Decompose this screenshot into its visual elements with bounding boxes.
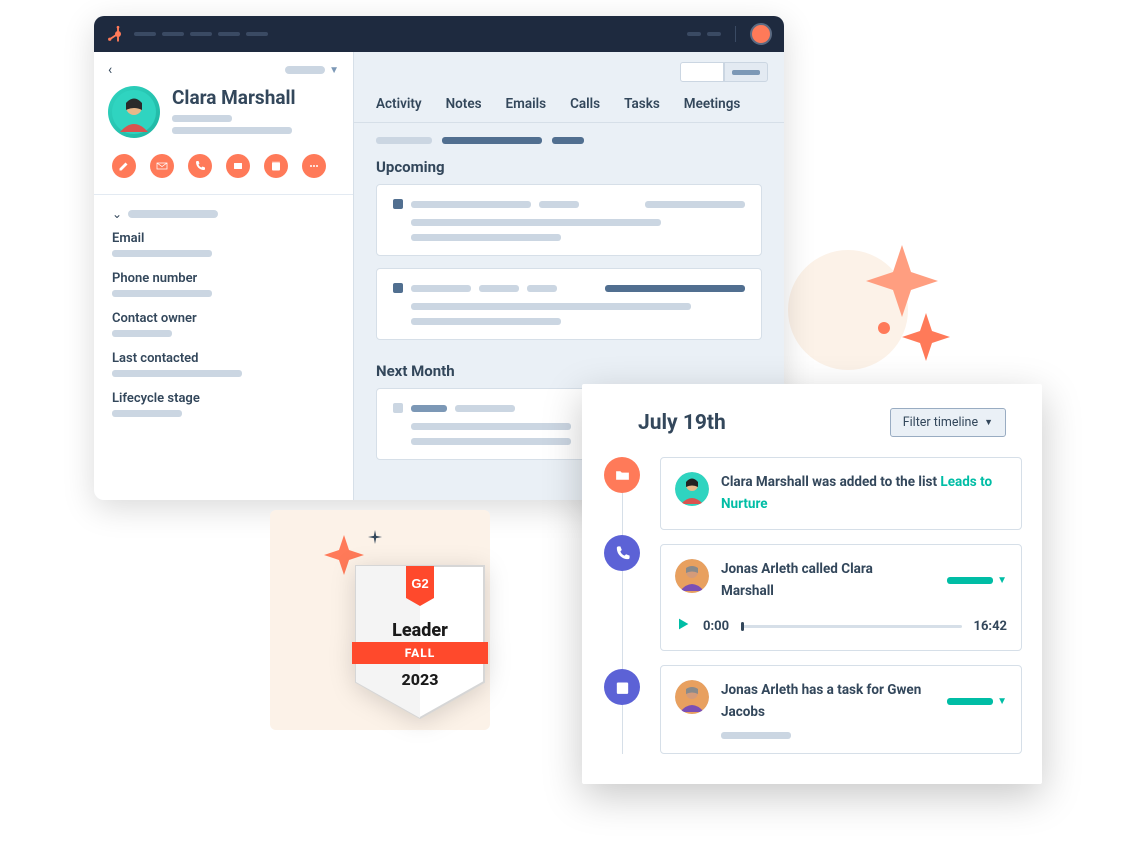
placeholder (376, 137, 432, 144)
play-button[interactable] (675, 616, 691, 636)
chevron-down-icon: ▼ (984, 417, 993, 428)
tab-meetings[interactable]: Meetings (684, 96, 741, 112)
badge-title: Leader (352, 620, 488, 641)
timeline-panel: July 19th Filter timeline ▼ (582, 384, 1042, 784)
decorative-dot (878, 322, 890, 334)
view-toggle-a[interactable] (680, 62, 724, 82)
tab-notes[interactable]: Notes (446, 96, 482, 112)
g2-leader-badge: G2 Leader FALL 2023 (352, 562, 488, 722)
email-icon[interactable] (150, 154, 174, 178)
contact-avatar[interactable] (108, 86, 160, 138)
expand-section[interactable]: ⌄ (112, 207, 335, 221)
field-phone[interactable]: Phone number (112, 271, 335, 297)
placeholder (172, 127, 292, 134)
placeholder (112, 330, 172, 337)
timeline-date: July 19th (638, 411, 726, 435)
tab-bar: Activity Notes Emails Calls Tasks Meetin… (354, 82, 784, 123)
task-icon[interactable] (264, 154, 288, 178)
tab-emails[interactable]: Emails (506, 96, 547, 112)
nav-items-placeholder (687, 32, 721, 36)
placeholder (442, 137, 542, 144)
sparkle-icon (902, 313, 950, 361)
view-toggle-b[interactable] (724, 62, 768, 82)
chevron-down-icon: ▼ (329, 65, 339, 76)
phone-icon (604, 535, 640, 571)
audio-track[interactable] (741, 625, 961, 628)
player-end-time: 16:42 (974, 619, 1008, 634)
player-start-time: 0:00 (703, 619, 729, 634)
chevron-down-icon: ⌄ (112, 207, 122, 221)
log-icon[interactable] (226, 154, 250, 178)
placeholder (128, 210, 218, 218)
field-lifecycle[interactable]: Lifecycle stage (112, 391, 335, 417)
status-dropdown[interactable]: ▼ (947, 559, 1007, 602)
placeholder (172, 115, 232, 122)
status-dropdown[interactable]: ▼ (947, 680, 1007, 723)
top-nav (94, 16, 784, 52)
svg-text:G2: G2 (411, 576, 428, 591)
activity-card[interactable] (376, 268, 762, 340)
placeholder (721, 732, 791, 739)
contact-sidebar: ‹ ▼ Clara Marshall (94, 52, 354, 500)
timeline-entry[interactable]: Jonas Arleth called Clara Marshall ▼ 0:0… (660, 544, 1022, 651)
section-upcoming: Upcoming (354, 148, 784, 184)
timeline-entry[interactable]: Clara Marshall was added to the list Lea… (660, 457, 1022, 530)
tab-calls[interactable]: Calls (570, 96, 600, 112)
filter-timeline-button[interactable]: Filter timeline ▼ (890, 408, 1006, 437)
chevron-down-icon: ▼ (997, 696, 1007, 707)
field-email[interactable]: Email (112, 231, 335, 257)
placeholder (112, 290, 212, 297)
folder-icon (604, 457, 640, 493)
placeholder (112, 410, 182, 417)
badge-year: 2023 (352, 670, 488, 689)
placeholder (112, 370, 242, 377)
tab-tasks[interactable]: Tasks (624, 96, 660, 112)
avatar-icon (675, 559, 709, 593)
section-next-month: Next Month (354, 352, 784, 388)
tab-activity[interactable]: Activity (376, 96, 422, 112)
edit-icon[interactable] (112, 154, 136, 178)
sparkle-icon (866, 245, 938, 317)
avatar-icon (675, 680, 709, 714)
sparkle-icon (368, 530, 382, 544)
calendar-icon (604, 669, 640, 705)
field-last-contacted[interactable]: Last contacted (112, 351, 335, 377)
placeholder (552, 137, 584, 144)
timeline-entry[interactable]: Jonas Arleth has a task for Gwen Jacobs … (660, 665, 1022, 753)
placeholder (112, 250, 212, 257)
more-icon[interactable] (302, 154, 326, 178)
field-owner[interactable]: Contact owner (112, 311, 335, 337)
avatar-icon (675, 472, 709, 506)
badge-season: FALL (352, 646, 488, 660)
back-button[interactable]: ‹ (108, 62, 112, 78)
hubspot-logo-icon (106, 25, 124, 43)
chevron-down-icon: ▼ (997, 575, 1007, 586)
call-icon[interactable] (188, 154, 212, 178)
nav-items-placeholder (134, 32, 268, 36)
activity-card[interactable] (376, 184, 762, 256)
actions-dropdown[interactable]: ▼ (285, 65, 339, 76)
contact-name: Clara Marshall (172, 86, 296, 109)
user-avatar-icon[interactable] (750, 23, 772, 45)
